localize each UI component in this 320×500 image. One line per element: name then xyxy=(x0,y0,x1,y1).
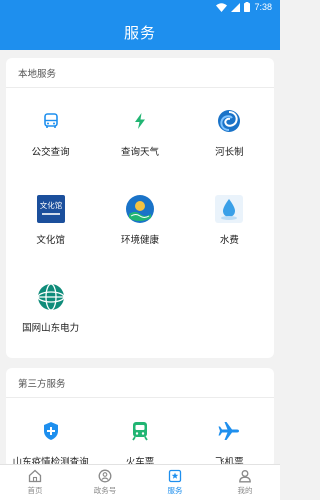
tab-services[interactable]: 服务 xyxy=(140,465,210,500)
third-party-services-header: 第三方服务 xyxy=(6,368,274,398)
service-label: 文化馆 xyxy=(36,235,65,246)
service-weather-query[interactable]: 查询天气 xyxy=(95,88,184,176)
culture-center-logo-text: 文化馆 xyxy=(39,200,62,210)
page-title: 服务 xyxy=(123,24,156,42)
service-bus-query[interactable]: 公交查询 xyxy=(6,88,95,176)
service-river-chief[interactable]: 河长制 xyxy=(185,88,274,176)
status-bar: 7:38 xyxy=(0,0,280,14)
local-services-card: 本地服务 公交查询 查询天气 河长制 文化馆 文化馆 环境健康 水费 国网山东电… xyxy=(6,58,274,358)
service-environment-health[interactable]: 环境健康 xyxy=(95,176,184,264)
water-drop-icon xyxy=(214,194,244,224)
service-state-grid[interactable]: 国网山东电力 xyxy=(6,264,95,352)
signal-icon xyxy=(231,2,241,12)
swirl-icon xyxy=(214,106,244,136)
service-label: 国网山东电力 xyxy=(22,323,80,334)
home-icon xyxy=(28,469,42,483)
local-services-header: 本地服务 xyxy=(6,58,274,88)
service-label: 环境健康 xyxy=(120,235,159,246)
tab-label: 首页 xyxy=(27,486,43,495)
service-label: 河长制 xyxy=(215,147,244,158)
profile-icon xyxy=(239,470,251,483)
state-grid-icon xyxy=(36,282,66,312)
battery-icon xyxy=(244,2,251,12)
tab-government-accounts[interactable]: 政务号 xyxy=(70,465,140,500)
tab-label: 我的 xyxy=(237,486,253,495)
service-label: 查询天气 xyxy=(120,147,159,158)
tab-label: 政务号 xyxy=(93,486,117,495)
third-party-services-grid: 山东疫情检测查询 火车票 飞机票 xyxy=(6,398,274,468)
status-icons: 7:38 xyxy=(216,1,272,13)
tab-label: 服务 xyxy=(167,486,183,495)
service-culture-center[interactable]: 文化馆 文化馆 xyxy=(6,176,95,264)
wifi-icon xyxy=(216,2,228,12)
local-services-grid: 公交查询 查询天气 河长制 文化馆 文化馆 环境健康 水费 国网山东电力 xyxy=(6,88,274,352)
tab-profile[interactable]: 我的 xyxy=(210,465,280,500)
service-flight-ticket[interactable]: 飞机票 xyxy=(185,398,274,468)
shield-icon xyxy=(36,416,66,446)
culture-center-logo-icon: 文化馆 xyxy=(36,194,66,224)
service-label: 公交查询 xyxy=(31,147,70,158)
tab-home[interactable]: 首页 xyxy=(0,465,70,500)
service-label: 水费 xyxy=(219,235,239,246)
service-epidemic-test-query[interactable]: 山东疫情检测查询 xyxy=(6,398,95,468)
lightning-icon xyxy=(125,106,155,136)
service-icon xyxy=(168,469,182,483)
airplane-icon xyxy=(214,416,244,446)
bottom-tab-bar: 首页 政务号 服务 我的 xyxy=(0,464,280,500)
environment-emblem-icon xyxy=(125,194,155,224)
train-icon xyxy=(125,416,155,446)
bus-icon xyxy=(36,106,66,136)
title-bar: 服务 xyxy=(0,14,280,50)
service-train-ticket[interactable]: 火车票 xyxy=(95,398,184,468)
service-water-bill[interactable]: 水费 xyxy=(185,176,274,264)
status-time: 7:38 xyxy=(254,2,272,12)
badge-icon xyxy=(98,469,112,483)
third-party-services-card: 第三方服务 山东疫情检测查询 火车票 飞机票 xyxy=(6,368,274,468)
